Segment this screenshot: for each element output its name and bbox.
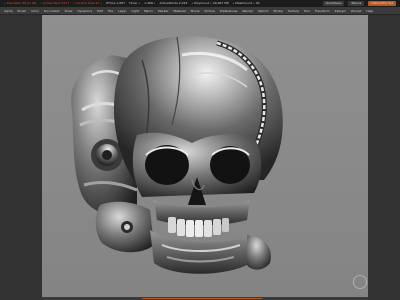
active-mem: • Active Mem 5377: [40, 1, 70, 5]
timer: Timer •: [128, 1, 141, 5]
menu-brush[interactable]: Brush: [18, 9, 27, 13]
quicksave-button[interactable]: QuickSave: [322, 1, 345, 6]
menu-file[interactable]: File: [108, 9, 113, 13]
menu-help[interactable]: Help: [366, 9, 373, 13]
mesh-count: • MeshCount • 92: [232, 1, 260, 5]
menu-edit[interactable]: Edit: [97, 9, 103, 13]
right-shelf: [368, 15, 400, 300]
default-zscript-button[interactable]: DefaultZScript: [368, 1, 396, 6]
skull-face: [132, 132, 262, 226]
menu-color[interactable]: Color: [31, 9, 39, 13]
left-shelf: [0, 15, 42, 300]
menu-layer[interactable]: Layer: [118, 9, 126, 13]
menu-preferences[interactable]: Preferences: [220, 9, 238, 13]
menus-button[interactable]: Menus: [348, 1, 365, 6]
menu-zplugin[interactable]: Zplugin: [335, 9, 346, 13]
menu-document[interactable]: Document: [44, 9, 60, 13]
menu-macro[interactable]: Macro: [144, 9, 153, 13]
stats-readout: • Free Mem 36.67 GB • Active Mem 5377 • …: [4, 0, 263, 7]
menu-dynamics[interactable]: Dynamics: [77, 9, 92, 13]
bottom-accent-line: [142, 298, 262, 299]
active-points: ActivePoints 2,023: [159, 1, 188, 5]
menu-draw[interactable]: Draw: [65, 9, 73, 13]
menu-stencil[interactable]: Stencil: [258, 9, 268, 13]
menu-movie[interactable]: Movie: [191, 9, 200, 13]
document-canvas[interactable]: [42, 15, 368, 297]
timer-value: 1,368 •: [144, 1, 156, 5]
scratch-disk: • Scratch Disk 47 •: [73, 1, 103, 5]
status-bar: • Free Mem 36.67 GB • Active Mem 5377 • …: [0, 0, 400, 7]
menu-alpha[interactable]: Alpha: [4, 9, 13, 13]
menu-render[interactable]: Render: [242, 9, 253, 13]
menu-light[interactable]: Light: [131, 9, 139, 13]
skull-mesh[interactable]: [42, 15, 368, 297]
poly-count: • PolyCount • 29,067 MP: [191, 1, 229, 5]
menu-transform[interactable]: Transform: [315, 9, 330, 13]
menu-zscript[interactable]: Zscript: [351, 9, 361, 13]
menu-material[interactable]: Material: [173, 9, 185, 13]
main-menubar: Alpha Brush Color Document Draw Dynamics…: [0, 7, 400, 15]
canvas-scroll-indicator[interactable]: [353, 275, 367, 289]
menu-picture[interactable]: Picture: [205, 9, 215, 13]
ztime: ZTime 1.087: [106, 1, 126, 5]
free-mem: • Free Mem 36.67 GB: [4, 1, 37, 5]
menu-stroke[interactable]: Stroke: [273, 9, 283, 13]
menu-tool[interactable]: Tool: [304, 9, 310, 13]
menu-texture[interactable]: Texture: [288, 9, 299, 13]
menu-marker[interactable]: Marker: [158, 9, 168, 13]
